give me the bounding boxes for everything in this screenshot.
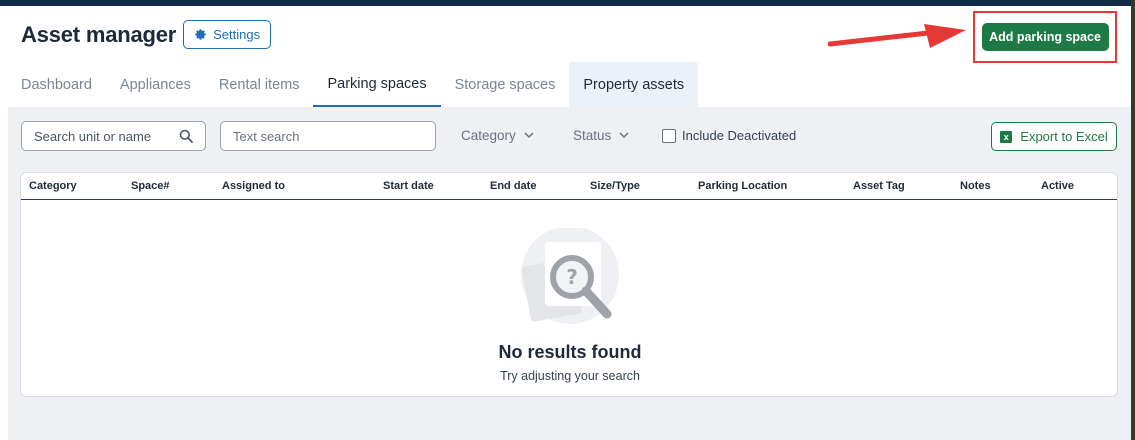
parking-spaces-table: Category Space# Assigned to Start date E… — [20, 172, 1118, 397]
export-label: Export to Excel — [1020, 129, 1108, 144]
empty-state-title: No results found — [498, 342, 642, 362]
add-parking-space-button[interactable]: Add parking space — [981, 23, 1109, 51]
column-header-parking-location[interactable]: Parking Location — [698, 180, 787, 192]
category-dropdown[interactable]: Category — [461, 128, 534, 143]
magnifier-question-icon: ? — [521, 228, 619, 324]
unit-search-input[interactable]: Search unit or name — [21, 121, 206, 151]
status-dropdown[interactable]: Status — [573, 128, 629, 143]
tab-property-assets[interactable]: Property assets — [569, 62, 699, 107]
window-edge — [1131, 0, 1135, 440]
column-header-space-number[interactable]: Space# — [131, 180, 170, 192]
table-header: Category Space# Assigned to Start date E… — [21, 173, 1117, 200]
include-deactivated-toggle[interactable]: Include Deactivated — [662, 128, 796, 143]
category-dropdown-label: Category — [461, 128, 516, 143]
svg-text:?: ? — [566, 265, 578, 289]
text-search-placeholder: Text search — [233, 128, 300, 144]
column-header-asset-tag[interactable]: Asset Tag — [853, 180, 905, 192]
text-search-input[interactable]: Text search — [220, 121, 436, 151]
excel-icon: x — [1000, 130, 1013, 143]
settings-button[interactable]: Settings — [183, 20, 272, 49]
search-icon — [179, 129, 193, 143]
column-header-active[interactable]: Active — [1041, 180, 1074, 192]
column-header-size-type[interactable]: Size/Type — [590, 180, 640, 192]
export-to-excel-button[interactable]: x Export to Excel — [991, 122, 1117, 151]
page-title: Asset manager — [21, 21, 177, 47]
column-header-notes[interactable]: Notes — [960, 180, 991, 192]
column-header-assigned-to[interactable]: Assigned to — [222, 180, 285, 192]
callout-arrow-icon — [828, 24, 966, 48]
include-deactivated-label: Include Deactivated — [682, 128, 797, 143]
page-header: Asset manager Settings — [21, 20, 272, 49]
tab-dashboard[interactable]: Dashboard — [0, 62, 106, 107]
status-dropdown-label: Status — [573, 128, 612, 143]
tab-storage-spaces[interactable]: Storage spaces — [441, 62, 570, 107]
empty-state: ? No results found Try adjusting your se… — [21, 200, 1117, 396]
add-button-highlight: Add parking space — [973, 11, 1117, 63]
top-bar — [0, 0, 1135, 6]
gear-icon — [195, 29, 206, 40]
column-header-category[interactable]: Category — [29, 180, 77, 192]
unit-search-placeholder: Search unit or name — [34, 128, 152, 144]
tab-rental-items[interactable]: Rental items — [205, 62, 314, 107]
include-deactivated-checkbox[interactable] — [662, 128, 676, 143]
chevron-down-icon — [619, 132, 629, 139]
column-header-start-date[interactable]: Start date — [383, 180, 434, 192]
chevron-down-icon — [524, 132, 534, 139]
tab-parking-spaces[interactable]: Parking spaces — [313, 62, 441, 107]
tab-bar: Dashboard Appliances Rental items Parkin… — [0, 62, 699, 107]
tab-appliances[interactable]: Appliances — [106, 62, 205, 107]
column-header-end-date[interactable]: End date — [490, 180, 536, 192]
settings-label: Settings — [213, 27, 261, 42]
empty-state-subtitle: Try adjusting your search — [500, 369, 640, 383]
